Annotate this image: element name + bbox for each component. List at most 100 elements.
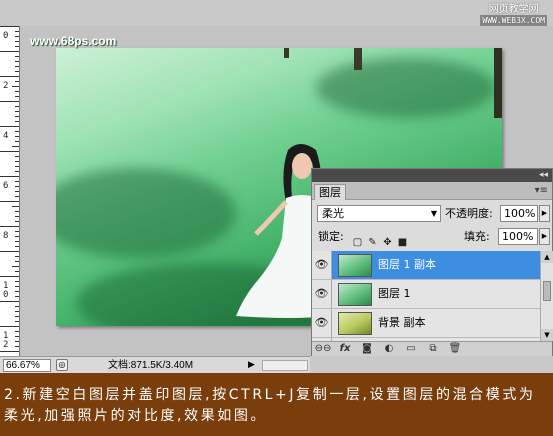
- panel-footer: ⊖⊖ fx ◙ ◐ ▭ ⧉ 🗑: [312, 341, 552, 356]
- scroll-up-icon[interactable]: ▲: [541, 251, 553, 263]
- horizontal-scrollbar[interactable]: [262, 360, 308, 371]
- blend-mode-select[interactable]: 柔光 ▼: [317, 205, 441, 222]
- zoom-field[interactable]: 66.67%: [3, 359, 51, 372]
- ruler-tick: [15, 296, 19, 297]
- fill-input[interactable]: 100%: [498, 228, 538, 245]
- ruler-tick: [15, 111, 19, 112]
- layer-row[interactable]: 👁 背景 副本: [312, 309, 540, 338]
- lock-pixels-icon[interactable]: ✎: [367, 237, 378, 248]
- ruler-tick: [0, 126, 19, 127]
- watermark-line1: 网页教学网: [488, 4, 539, 15]
- ruler-tick: [15, 291, 19, 292]
- ruler-label: 8: [3, 231, 9, 241]
- eye-icon[interactable]: 👁: [312, 309, 332, 337]
- fill-arrow-icon[interactable]: ▶: [539, 228, 550, 245]
- document-icon[interactable]: ◎: [56, 359, 68, 371]
- ruler-tick: [15, 161, 19, 162]
- ruler-label: 1 2: [3, 331, 9, 350]
- ruler-tick: [12, 266, 19, 267]
- ruler-tick: [15, 191, 19, 192]
- layer-thumbnail: [338, 312, 372, 335]
- ruler-tick: [0, 101, 19, 102]
- fx-icon[interactable]: fx: [334, 342, 356, 356]
- ruler-tick: [15, 131, 19, 132]
- scroll-thumb[interactable]: [543, 281, 551, 301]
- ruler-tick: [0, 26, 19, 27]
- chevron-down-icon: ▼: [430, 209, 437, 218]
- adjustment-icon[interactable]: ◐: [378, 342, 400, 356]
- layer-row[interactable]: 👁 图层 1 副本: [312, 251, 540, 280]
- blend-mode-value: 柔光: [322, 207, 344, 220]
- ruler-tick: [15, 331, 19, 332]
- ruler-tick: [12, 146, 19, 147]
- ruler-tick: [15, 321, 19, 322]
- scroll-down-icon[interactable]: ▼: [541, 329, 553, 341]
- ruler-tick: [0, 76, 19, 77]
- ruler-tick: [15, 71, 19, 72]
- ruler-tick: [15, 116, 19, 117]
- panel-tab-row: 图层 ▾≡: [312, 182, 552, 200]
- ruler-tick: [15, 186, 19, 187]
- ruler-tick: [15, 81, 19, 82]
- ruler-tick: [15, 181, 19, 182]
- layers-scrollbar[interactable]: ▲ ▼: [540, 251, 553, 341]
- tab-layers[interactable]: 图层: [314, 184, 346, 200]
- ruler-tick: [15, 166, 19, 167]
- lock-transparency-icon[interactable]: ▢: [352, 237, 363, 248]
- ruler-tick: [0, 201, 19, 202]
- layers-panel: ◂◂ 图层 ▾≡ 柔光 ▼ 不透明度: 100% ▶ 锁定: ▢ ✎ ✥ ■ 填充: …: [311, 168, 553, 356]
- ruler-tick: [15, 61, 19, 62]
- ruler-tick: [15, 171, 19, 172]
- panel-header[interactable]: ◂◂: [312, 169, 552, 182]
- ruler-tick: [15, 236, 19, 237]
- layer-thumbnail: [338, 283, 372, 306]
- eye-icon[interactable]: 👁: [312, 251, 332, 279]
- ruler-tick: [15, 346, 19, 347]
- ruler-label: 4: [3, 131, 9, 141]
- opacity-arrow-icon[interactable]: ▶: [539, 205, 550, 222]
- layer-name: 背景 副本: [378, 316, 426, 329]
- ruler-tick: [15, 231, 19, 232]
- ruler-tick: [0, 51, 19, 52]
- ruler-tick: [12, 86, 19, 87]
- collapse-icon[interactable]: ◂◂: [539, 169, 548, 182]
- ruler-tick: [15, 221, 19, 222]
- ruler-tick: [15, 121, 19, 122]
- new-layer-icon[interactable]: ⧉: [422, 342, 444, 356]
- lock-position-icon[interactable]: ✥: [382, 237, 393, 248]
- group-icon[interactable]: ▭: [400, 342, 422, 356]
- caption-text: 2.新建空白图层并盖印图层,按CTRL+J复制一层,设置图层的混合模式为柔光,加…: [0, 373, 553, 436]
- ruler-tick: [15, 256, 19, 257]
- ruler-tick: [15, 311, 19, 312]
- status-menu-arrow-icon[interactable]: ▶: [248, 359, 255, 370]
- lock-all-icon[interactable]: ■: [397, 237, 408, 248]
- ruler-tick: [15, 136, 19, 137]
- lock-row: 锁定: ▢ ✎ ✥ ■ 填充: 100% ▶: [312, 224, 552, 248]
- mask-icon[interactable]: ◙: [356, 342, 378, 356]
- opacity-input[interactable]: 100%: [500, 205, 538, 222]
- opacity-label: 不透明度:: [445, 207, 493, 220]
- top-watermark: 网页教学网 WWW.WEB3X.COM: [480, 4, 547, 26]
- ruler-tick: [12, 206, 19, 207]
- ruler-tick: [0, 151, 19, 152]
- ruler-tick: [15, 211, 19, 212]
- ruler-tick: [15, 56, 19, 57]
- layer-name: 图层 1: [378, 287, 411, 300]
- ruler-tick: [15, 306, 19, 307]
- document-info: 文档:871.5K/3.40M: [108, 360, 194, 371]
- ruler-tick: [15, 46, 19, 47]
- panel-menu-icon[interactable]: ▾≡: [535, 185, 548, 196]
- layers-list: 👁 图层 1 副本 👁 图层 1 👁 背景 副本 👁 背景 🔒: [312, 251, 540, 341]
- ruler-tick: [0, 326, 19, 327]
- layer-row[interactable]: 👁 图层 1: [312, 280, 540, 309]
- ruler-tick: [15, 261, 19, 262]
- ruler-tick: [0, 351, 19, 352]
- trash-icon[interactable]: 🗑: [444, 342, 466, 356]
- ruler-tick: [15, 156, 19, 157]
- layer-name: 图层 1 副本: [378, 258, 436, 271]
- ruler-tick: [15, 341, 19, 342]
- lock-label: 锁定:: [318, 230, 344, 243]
- link-icon[interactable]: ⊖⊖: [312, 342, 334, 356]
- top-ruler: [0, 0, 553, 26]
- eye-icon[interactable]: 👁: [312, 280, 332, 308]
